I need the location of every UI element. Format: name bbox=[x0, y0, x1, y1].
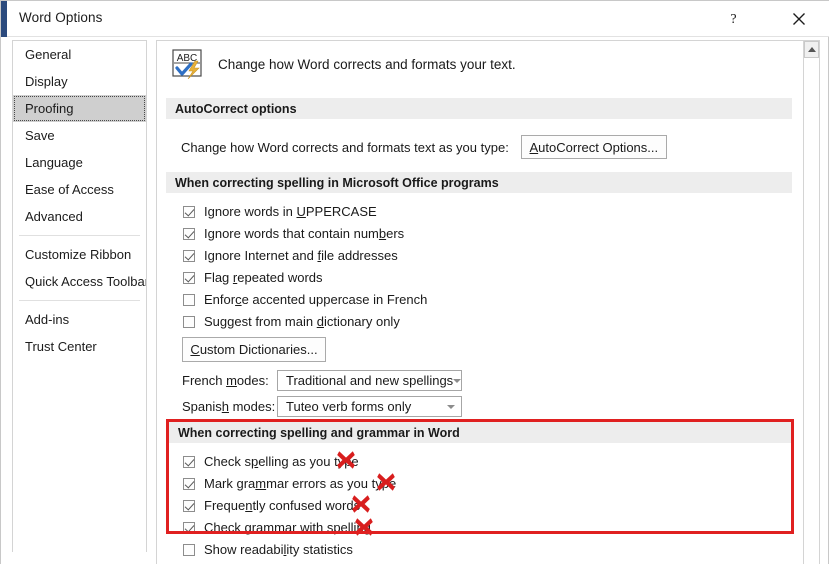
sidebar-item-trust-center[interactable]: Trust Center bbox=[13, 333, 146, 360]
sidebar-divider bbox=[19, 300, 140, 301]
checkbox-label: Ignore words in UPPERCASE bbox=[204, 204, 377, 219]
options-content-pane: ABC Change how Word corrects and formats… bbox=[156, 40, 819, 564]
content-scrollbar[interactable] bbox=[803, 40, 820, 564]
help-button[interactable]: ? bbox=[711, 1, 755, 36]
red-x-icon bbox=[352, 495, 370, 513]
sidebar-divider bbox=[19, 235, 140, 236]
checkbox-ignore-words-with-numbers[interactable] bbox=[183, 227, 195, 240]
checkbox-mark-grammar-errors-as-you-type[interactable] bbox=[183, 477, 195, 490]
scroll-up-arrow-icon[interactable] bbox=[804, 41, 819, 58]
checkbox-ignore-internet-and-file-addresses[interactable] bbox=[183, 249, 195, 262]
checkbox-suggest-from-main-dictionary-only[interactable] bbox=[183, 315, 195, 328]
sidebar-item-advanced[interactable]: Advanced bbox=[13, 203, 146, 230]
navigation-sidebar: General Display Proofing Save Language E… bbox=[12, 40, 147, 552]
checkbox-flag-repeated-words[interactable] bbox=[183, 271, 195, 284]
window-title: Word Options bbox=[19, 10, 103, 25]
close-button[interactable] bbox=[777, 1, 821, 36]
french-modes-value: Traditional and new spellings bbox=[286, 373, 454, 388]
sidebar-item-quick-access-toolbar[interactable]: Quick Access Toolbar bbox=[13, 268, 146, 295]
section-header-office-spelling: When correcting spelling in Microsoft Of… bbox=[166, 172, 792, 193]
close-icon bbox=[793, 12, 805, 25]
checkbox-enforce-accented-uppercase-french[interactable] bbox=[183, 293, 195, 306]
checkbox-label: Ignore words that contain numbers bbox=[204, 226, 405, 241]
french-modes-row: French modes: Traditional and new spelli… bbox=[182, 370, 462, 391]
checkbox-row-mark-grammar-errors[interactable]: Mark grammar errors as you type bbox=[183, 476, 396, 491]
title-bar: Word Options ? bbox=[1, 1, 829, 37]
sidebar-item-label: Proofing bbox=[25, 101, 74, 116]
checkbox-row-check-grammar-with-spelling[interactable]: Check grammar with spelling bbox=[183, 520, 371, 535]
red-x-icon bbox=[355, 518, 373, 536]
checkbox-row-flag-repeated-words[interactable]: Flag repeated words bbox=[183, 270, 323, 285]
sidebar-item-display[interactable]: Display bbox=[13, 68, 146, 95]
sidebar-item-add-ins[interactable]: Add-ins bbox=[13, 306, 146, 333]
sidebar-item-label: Save bbox=[25, 128, 55, 143]
sidebar-item-label: General bbox=[25, 47, 72, 62]
spanish-modes-row: Spanish modes: Tuteo verb forms only bbox=[182, 396, 462, 417]
checkbox-ignore-uppercase[interactable] bbox=[183, 205, 195, 218]
abc-spellcheck-icon: ABC bbox=[172, 49, 206, 80]
window-accent-strip bbox=[1, 1, 7, 37]
autocorrect-options-button[interactable]: AutoCorrect Options... bbox=[520, 135, 667, 159]
spanish-modes-value: Tuteo verb forms only bbox=[286, 399, 412, 414]
checkbox-label: Mark grammar errors as you type bbox=[204, 476, 397, 491]
sidebar-item-label: Add-ins bbox=[25, 312, 70, 327]
checkbox-check-spelling-as-you-type[interactable] bbox=[183, 455, 195, 468]
spanish-modes-dropdown[interactable]: Tuteo verb forms only bbox=[277, 396, 462, 417]
section-header-word-grammar: When correcting spelling and grammar in … bbox=[169, 422, 791, 443]
checkbox-label: Suggest from main dictionary only bbox=[204, 314, 400, 329]
red-x-icon bbox=[377, 473, 395, 491]
sidebar-item-label: Quick Access Toolbar bbox=[25, 274, 147, 289]
french-modes-label: French modes: bbox=[182, 373, 269, 388]
red-x-icon bbox=[337, 451, 355, 469]
checkbox-row-enforce-accented-uppercase[interactable]: Enforce accented uppercase in French bbox=[183, 292, 427, 307]
checkbox-frequently-confused-words[interactable] bbox=[183, 499, 195, 512]
scrollbar-track[interactable] bbox=[804, 59, 819, 564]
checkbox-label: Flag repeated words bbox=[204, 270, 323, 285]
checkbox-show-readability-statistics[interactable] bbox=[183, 543, 195, 556]
sidebar-item-customize-ribbon[interactable]: Customize Ribbon bbox=[13, 241, 146, 268]
autocorrect-description: Change how Word corrects and formats tex… bbox=[181, 139, 509, 155]
chevron-down-icon[interactable] bbox=[441, 397, 461, 416]
custom-dictionaries-accel: C bbox=[190, 342, 200, 357]
checkbox-check-grammar-with-spelling[interactable] bbox=[183, 521, 195, 534]
sidebar-item-save[interactable]: Save bbox=[13, 122, 146, 149]
sidebar-item-proofing[interactable]: Proofing bbox=[13, 95, 146, 122]
checkbox-label: Enforce accented uppercase in French bbox=[204, 292, 428, 307]
checkbox-row-frequently-confused-words[interactable]: Frequently confused words bbox=[183, 498, 360, 513]
checkbox-row-ignore-internet-addresses[interactable]: Ignore Internet and file addresses bbox=[183, 248, 398, 263]
autocorrect-options-button-accel: A bbox=[529, 139, 539, 155]
custom-dictionaries-label: ustom Dictionaries... bbox=[199, 342, 318, 357]
spanish-modes-label: Spanish modes: bbox=[182, 399, 276, 414]
section-header-autocorrect: AutoCorrect options bbox=[166, 98, 792, 119]
checkbox-label: Frequently confused words bbox=[204, 498, 361, 513]
proofing-intro-text: Change how Word corrects and formats you… bbox=[218, 56, 516, 72]
checkbox-label: Show readability statistics bbox=[204, 542, 353, 557]
checkbox-label: Ignore Internet and file addresses bbox=[204, 248, 398, 263]
french-modes-dropdown[interactable]: Traditional and new spellings bbox=[277, 370, 462, 391]
chevron-down-icon[interactable] bbox=[453, 371, 462, 390]
sidebar-item-label: Advanced bbox=[25, 209, 83, 224]
checkbox-row-suggest-main-dictionary[interactable]: Suggest from main dictionary only bbox=[183, 314, 400, 329]
sidebar-item-label: Display bbox=[25, 74, 68, 89]
checkbox-label: Check grammar with spelling bbox=[204, 520, 371, 535]
custom-dictionaries-button[interactable]: Custom Dictionaries... bbox=[182, 337, 326, 362]
question-mark-icon: ? bbox=[730, 12, 736, 26]
sidebar-item-label: Trust Center bbox=[25, 339, 97, 354]
sidebar-item-label: Language bbox=[25, 155, 83, 170]
sidebar-item-label: Ease of Access bbox=[25, 182, 114, 197]
sidebar-item-ease-of-access[interactable]: Ease of Access bbox=[13, 176, 146, 203]
svg-text:?: ? bbox=[730, 12, 736, 26]
autocorrect-options-button-label: utoCorrect Options... bbox=[538, 139, 659, 155]
custom-dictionaries-row: Custom Dictionaries... bbox=[182, 337, 326, 362]
checkbox-row-check-spelling-as-you-type[interactable]: Check spelling as you type bbox=[183, 454, 359, 469]
proofing-intro: ABC Change how Word corrects and formats… bbox=[172, 49, 516, 80]
sidebar-item-language[interactable]: Language bbox=[13, 149, 146, 176]
autocorrect-row: Change how Word corrects and formats tex… bbox=[181, 135, 667, 159]
sidebar-item-general[interactable]: General bbox=[13, 41, 146, 68]
sidebar-item-label: Customize Ribbon bbox=[25, 247, 132, 262]
word-options-dialog: Word Options ? General Display Proofing … bbox=[0, 0, 829, 564]
checkbox-row-show-readability-statistics[interactable]: Show readability statistics bbox=[183, 542, 353, 557]
checkbox-row-ignore-uppercase[interactable]: Ignore words in UPPERCASE bbox=[183, 204, 377, 219]
checkbox-row-ignore-numbers[interactable]: Ignore words that contain numbers bbox=[183, 226, 404, 241]
